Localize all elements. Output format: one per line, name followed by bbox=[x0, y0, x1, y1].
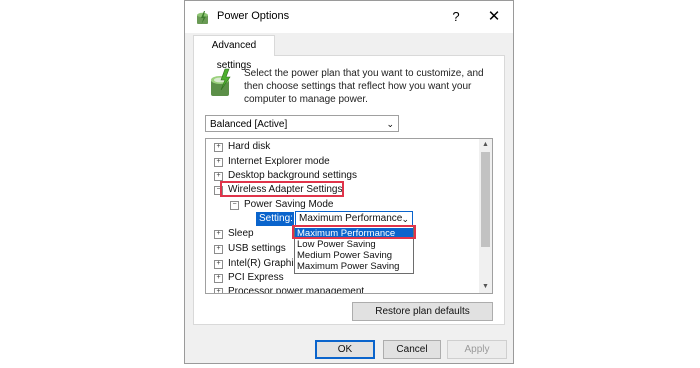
power-plan-select-value: Balanced [Active] bbox=[210, 119, 288, 130]
wireless-adapter-highlight bbox=[220, 181, 344, 197]
expand-icon[interactable]: + bbox=[214, 274, 223, 283]
restore-plan-defaults-button[interactable]: Restore plan defaults bbox=[352, 302, 493, 321]
tree-item-processor-power-management[interactable]: + Processor power management bbox=[214, 285, 365, 294]
tree-item-label: PCI Express bbox=[228, 272, 284, 283]
setting-select[interactable]: Maximum Performance ⌄ bbox=[295, 211, 413, 226]
chevron-down-icon: ⌄ bbox=[386, 119, 394, 129]
window-title: Power Options bbox=[217, 10, 290, 22]
cancel-button[interactable]: Cancel bbox=[383, 340, 441, 359]
tree-item-label: USB settings bbox=[228, 243, 286, 254]
scroll-down-icon[interactable]: ▼ bbox=[479, 281, 492, 293]
dropdown-selection-highlight bbox=[292, 225, 416, 239]
ok-button[interactable]: OK bbox=[315, 340, 375, 359]
setting-label: Setting: bbox=[256, 212, 294, 226]
tree-item-label: Internet Explorer mode bbox=[228, 156, 330, 167]
collapse-icon[interactable]: − bbox=[230, 201, 239, 210]
apply-button[interactable]: Apply bbox=[447, 340, 507, 359]
expand-icon[interactable]: + bbox=[214, 245, 223, 254]
tree-item-pci-express[interactable]: + PCI Express bbox=[214, 271, 284, 285]
tree-item-power-saving-mode[interactable]: − Power Saving Mode bbox=[230, 198, 334, 212]
expand-icon[interactable]: + bbox=[214, 260, 223, 269]
help-button[interactable]: ? bbox=[443, 7, 469, 27]
tree-item-hard-disk[interactable]: + Hard disk bbox=[214, 140, 270, 154]
tree-item-label: Processor power management bbox=[228, 286, 365, 294]
expand-icon[interactable]: + bbox=[214, 288, 223, 293]
title-bar: Power Options ? ✕ bbox=[185, 1, 513, 33]
tree-item-label: Sleep bbox=[228, 228, 254, 239]
scroll-up-icon[interactable]: ▲ bbox=[479, 139, 492, 151]
tree-item-label: Hard disk bbox=[228, 141, 271, 152]
close-button[interactable]: ✕ bbox=[481, 7, 507, 27]
tree-item-label: Power Saving Mode bbox=[244, 199, 334, 210]
power-options-dialog: Power Options ? ✕ Advanced settings Sele… bbox=[184, 0, 514, 364]
expand-icon[interactable]: + bbox=[214, 172, 223, 181]
setting-select-value: Maximum Performance bbox=[299, 213, 403, 224]
tree-item-label: Desktop background settings bbox=[228, 170, 357, 181]
tree-item-sleep[interactable]: + Sleep bbox=[214, 227, 254, 241]
dropdown-option-maximum-power-saving[interactable]: Maximum Power Saving bbox=[295, 261, 413, 272]
expand-icon[interactable]: + bbox=[214, 158, 223, 167]
tree-item-usb-settings[interactable]: + USB settings bbox=[214, 242, 286, 256]
settings-tree[interactable]: + Hard disk + Internet Explorer mode + Desk… bbox=[205, 138, 493, 294]
tab-advanced-settings[interactable]: Advanced settings bbox=[193, 35, 275, 71]
chevron-down-icon: ⌄ bbox=[401, 214, 409, 224]
power-plan-select[interactable]: Balanced [Active] ⌄ bbox=[205, 115, 399, 132]
scrollbar-thumb[interactable] bbox=[481, 152, 490, 247]
expand-icon[interactable]: + bbox=[214, 143, 223, 152]
tree-scrollbar[interactable]: ▲ ▼ bbox=[479, 139, 492, 293]
dropdown-option-low-power-saving[interactable]: Low Power Saving bbox=[295, 239, 413, 250]
tree-item-internet-explorer-mode[interactable]: + Internet Explorer mode bbox=[214, 155, 330, 169]
dropdown-option-medium-power-saving[interactable]: Medium Power Saving bbox=[295, 250, 413, 261]
advanced-settings-panel: Select the power plan that you want to c… bbox=[193, 55, 505, 325]
intro-text: Select the power plan that you want to c… bbox=[244, 68, 484, 105]
expand-icon[interactable]: + bbox=[214, 230, 223, 239]
power-options-icon bbox=[195, 10, 211, 26]
